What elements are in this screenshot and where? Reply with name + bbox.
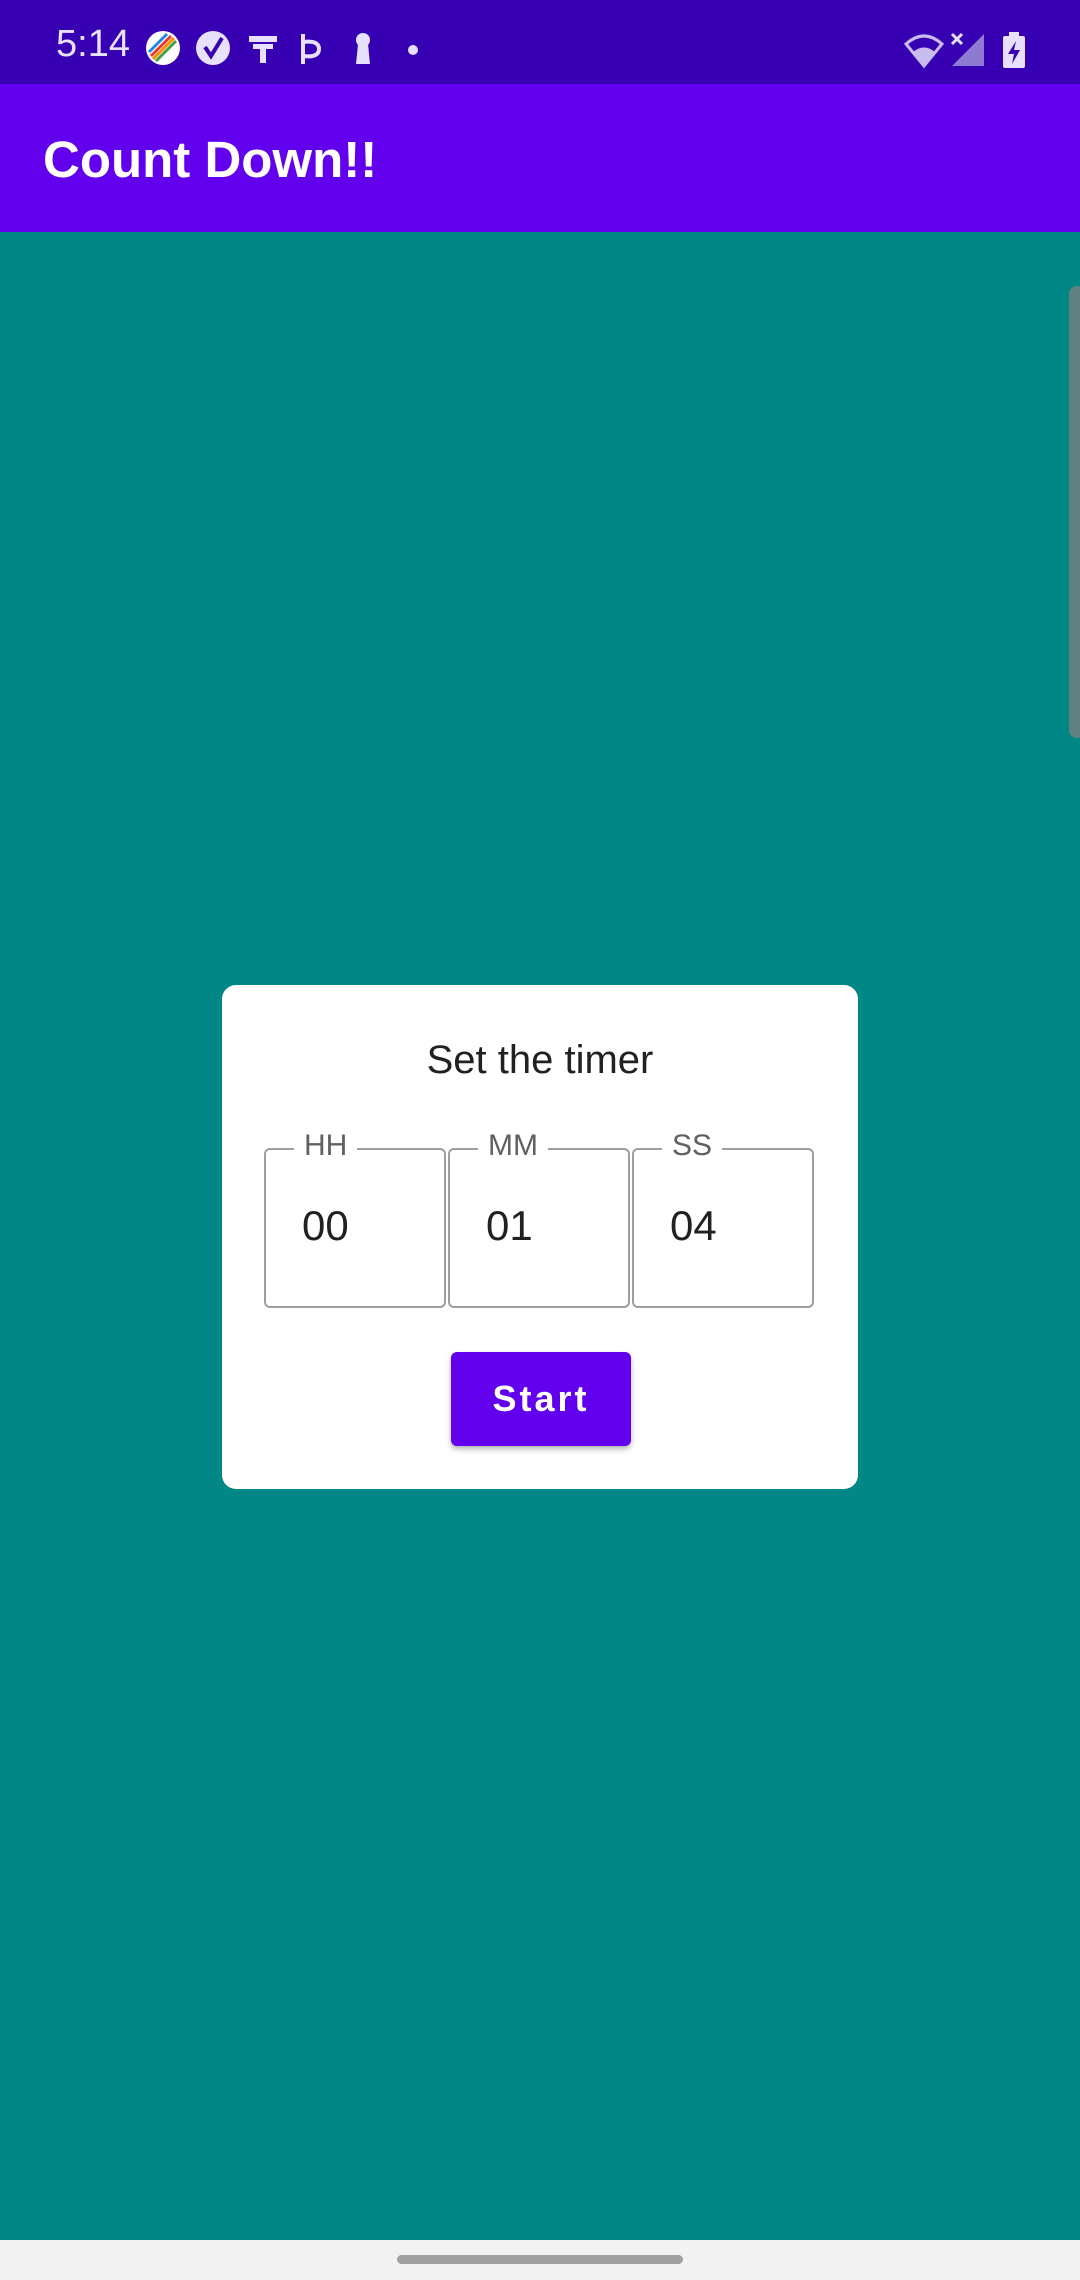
more-dot-icon bbox=[408, 45, 418, 55]
minutes-field-label: MM bbox=[478, 1128, 548, 1164]
app-bar: Count Down!! bbox=[0, 84, 1080, 232]
hours-field-label: HH bbox=[294, 1128, 358, 1164]
timer-card: Set the timer HH MM SS Start bbox=[222, 985, 858, 1489]
navigation-bar bbox=[0, 2240, 1080, 2280]
check-circle-icon bbox=[196, 31, 230, 65]
battery-charging-icon bbox=[1003, 32, 1025, 68]
seconds-input[interactable] bbox=[670, 1196, 790, 1256]
minutes-input[interactable] bbox=[486, 1196, 606, 1256]
status-bar: 5:14 bbox=[0, 0, 1080, 84]
p-app-icon bbox=[301, 34, 322, 64]
rainbow-app-icon bbox=[146, 31, 180, 65]
hours-field[interactable]: HH bbox=[264, 1128, 446, 1308]
tool-icon bbox=[249, 36, 277, 63]
wifi-icon bbox=[904, 34, 944, 68]
start-button[interactable]: Start bbox=[451, 1352, 631, 1446]
status-time: 5:14 bbox=[56, 23, 130, 65]
seconds-field-label: SS bbox=[662, 1128, 723, 1164]
no-signal-icon bbox=[950, 32, 984, 66]
minutes-field[interactable]: MM bbox=[448, 1128, 630, 1308]
home-gesture-handle[interactable] bbox=[397, 2255, 683, 2264]
scrollbar[interactable] bbox=[1069, 286, 1080, 738]
keyhole-icon bbox=[356, 33, 370, 64]
hours-input[interactable] bbox=[302, 1196, 422, 1256]
app-title: Count Down!! bbox=[43, 131, 378, 188]
timer-card-title: Set the timer bbox=[426, 1038, 654, 1082]
seconds-field[interactable]: SS bbox=[632, 1128, 814, 1308]
